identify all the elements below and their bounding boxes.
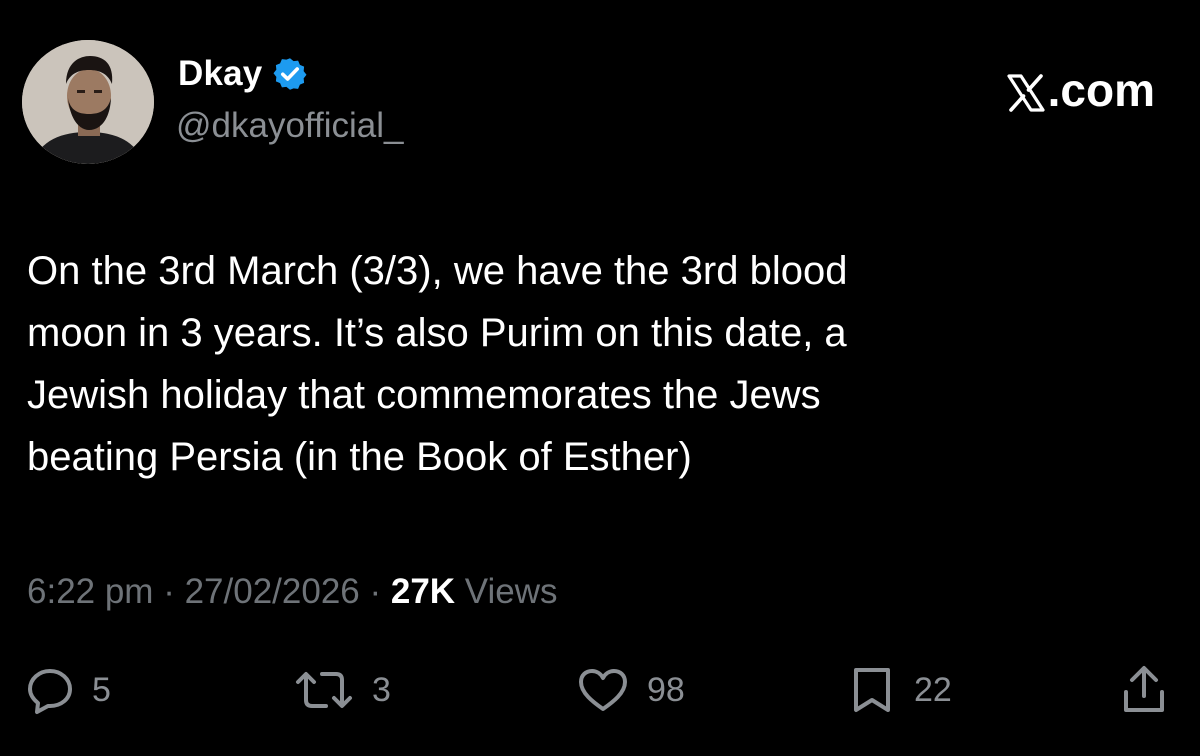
reply-count: 5 [92, 670, 111, 709]
tweet-time[interactable]: 6:22 pm [27, 572, 153, 611]
like-button[interactable]: 98 [575, 660, 685, 720]
author-display-name[interactable]: Dkay [178, 54, 262, 94]
reply-icon [24, 664, 76, 716]
views-count: 27K [390, 572, 456, 611]
share-icon [1118, 662, 1170, 718]
repost-button[interactable]: 3 [292, 660, 391, 720]
share-button[interactable] [1118, 660, 1170, 720]
action-bar: 5 3 98 22 [0, 660, 1200, 720]
meta-separator: · [153, 572, 185, 611]
brand-label: .com [1047, 64, 1155, 116]
bookmark-button[interactable]: 22 [846, 660, 952, 720]
tweet-text-line: moon in 3 years. It’s also Purim on this… [27, 311, 847, 355]
tweet-text-line: Jewish holiday that commemorates the Jew… [27, 373, 821, 417]
heart-icon [575, 664, 631, 716]
bookmark-count: 22 [914, 670, 952, 709]
verified-badge-icon [272, 56, 308, 92]
meta-separator: · [359, 572, 391, 611]
avatar[interactable] [22, 40, 154, 164]
brand-watermark: .com [1006, 62, 1155, 118]
repost-count: 3 [372, 670, 391, 709]
bookmark-icon [846, 664, 898, 716]
author-name-row[interactable]: Dkay [178, 52, 308, 96]
tweet-text-line: beating Persia (in the Book of Esther) [27, 435, 692, 479]
reply-button[interactable]: 5 [24, 660, 111, 720]
tweet-text-line: On the 3rd March (3/3), we have the 3rd … [27, 249, 848, 293]
tweet-text: On the 3rd March (3/3), we have the 3rd … [27, 240, 1147, 488]
views-label: Views [455, 572, 558, 611]
author-handle[interactable]: @dkayofficial_ [176, 106, 404, 146]
like-count: 98 [647, 670, 685, 709]
repost-icon [292, 664, 356, 716]
x-logo-icon [1006, 70, 1046, 112]
tweet-card: Dkay @dkayofficial_ .com On the 3rd Marc… [0, 0, 1200, 756]
tweet-meta: 6:22 pm · 27/02/2026 · 27K Views [27, 572, 558, 612]
tweet-date[interactable]: 27/02/2026 [185, 572, 360, 611]
